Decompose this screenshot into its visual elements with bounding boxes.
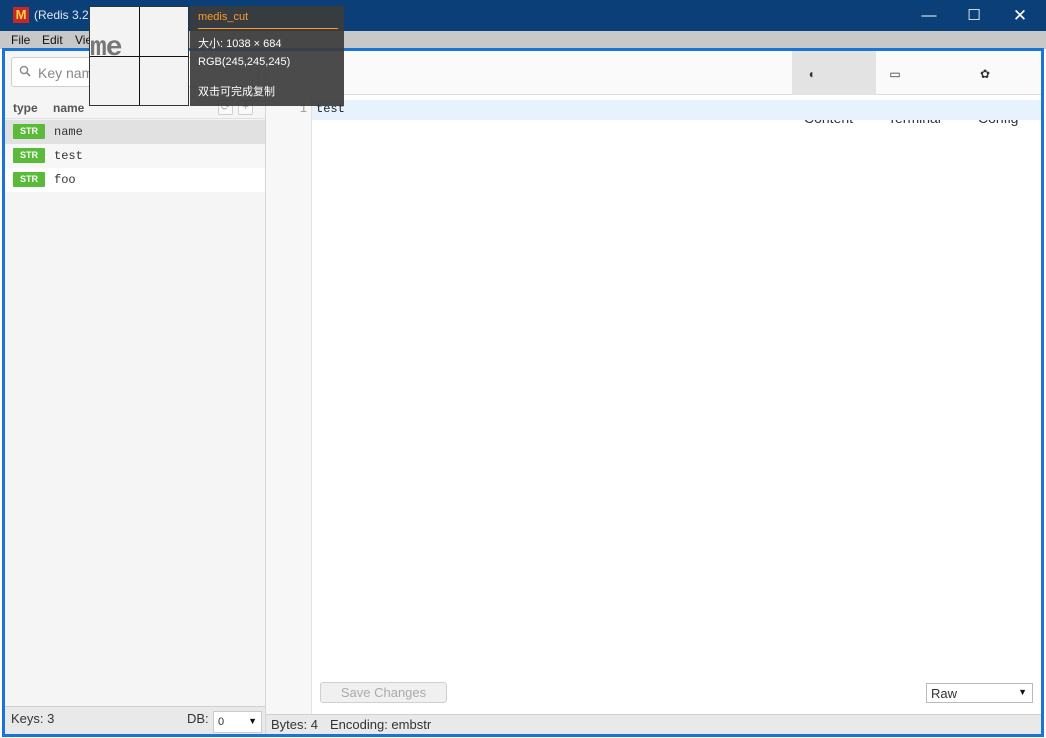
key-row[interactable]: STR name (5, 120, 265, 144)
line-gutter: 1 (266, 96, 312, 714)
db-label: DB: (187, 711, 209, 726)
search-icon (19, 65, 31, 77)
capture-title: medis_cut (198, 11, 249, 23)
capture-title-underline (198, 28, 338, 29)
content-icon: ◖ (807, 67, 815, 81)
tab-content[interactable]: ◖Content (792, 51, 876, 126)
chevron-down-icon: ▼ (248, 716, 257, 726)
db-value: 0 (218, 716, 225, 728)
medis-app-window: M (Redis 3.2. — ☐ ✕ File Edit Vie type n… (0, 0, 1046, 738)
menu-file[interactable]: File (11, 33, 30, 47)
key-name: test (54, 149, 83, 163)
capture-magnifier: me (89, 6, 189, 106)
type-badge: STR (13, 124, 45, 139)
gear-icon: ✿ (979, 67, 991, 81)
minimize-button[interactable]: — (906, 0, 952, 31)
value-editor[interactable]: 1 test (266, 96, 1042, 714)
status-bytes: Bytes: 4 (271, 717, 318, 732)
save-changes-button[interactable]: Save Changes (320, 682, 447, 703)
keys-count: Keys: 3 (11, 711, 55, 726)
tab-config[interactable]: ✿Config (966, 51, 1042, 126)
db-select[interactable]: 0 ▼ (213, 711, 262, 733)
active-line-highlight (312, 100, 1042, 120)
sidebar-footer: Keys: 3 DB: 0 ▼ (5, 706, 265, 734)
key-sidebar: type name ⟳ + STR name STR test STR foo … (5, 51, 266, 734)
column-name-header: name (53, 101, 85, 115)
capture-size: 大小: 1038 × 684 (198, 38, 282, 50)
tab-terminal[interactable]: ▭Terminal (876, 51, 966, 126)
content-toolbar: ◖Content ▭Terminal ✿Config (266, 51, 1042, 126)
maximize-button[interactable]: ☐ (951, 0, 997, 31)
menu-edit[interactable]: Edit (42, 33, 63, 47)
key-row[interactable]: STR test (5, 144, 265, 168)
format-value: Raw (931, 686, 958, 701)
status-encoding: Encoding: embstr (330, 717, 432, 732)
terminal-icon: ▭ (889, 67, 901, 81)
crosshair-horizontal (90, 56, 188, 57)
close-button[interactable]: ✕ (997, 0, 1043, 31)
column-type-header: type (13, 101, 38, 115)
format-select[interactable]: Raw ▼ (926, 683, 1033, 703)
app-logo-icon: M (13, 7, 29, 23)
capture-rgb: RGB(245,245,245) (198, 56, 291, 68)
magnified-text: me (90, 33, 123, 64)
chevron-down-icon: ▼ (1018, 687, 1027, 697)
key-name: foo (54, 173, 76, 187)
key-row[interactable]: STR foo (5, 168, 265, 192)
capture-hint: 双击可完成复制 (198, 86, 275, 98)
capture-info-tooltip: medis_cut 大小: 1038 × 684 RGB(245,245,245… (190, 6, 344, 106)
content-panel: ◖Content ▭Terminal ✿Config 1 test Save C… (266, 51, 1042, 734)
type-badge: STR (13, 172, 45, 187)
type-badge: STR (13, 148, 45, 163)
status-bar: Bytes: 4 Encoding: embstr (266, 714, 1042, 734)
key-name: name (54, 125, 83, 139)
key-list: STR name STR test STR foo (5, 120, 265, 192)
window-title: (Redis 3.2. (34, 8, 93, 22)
